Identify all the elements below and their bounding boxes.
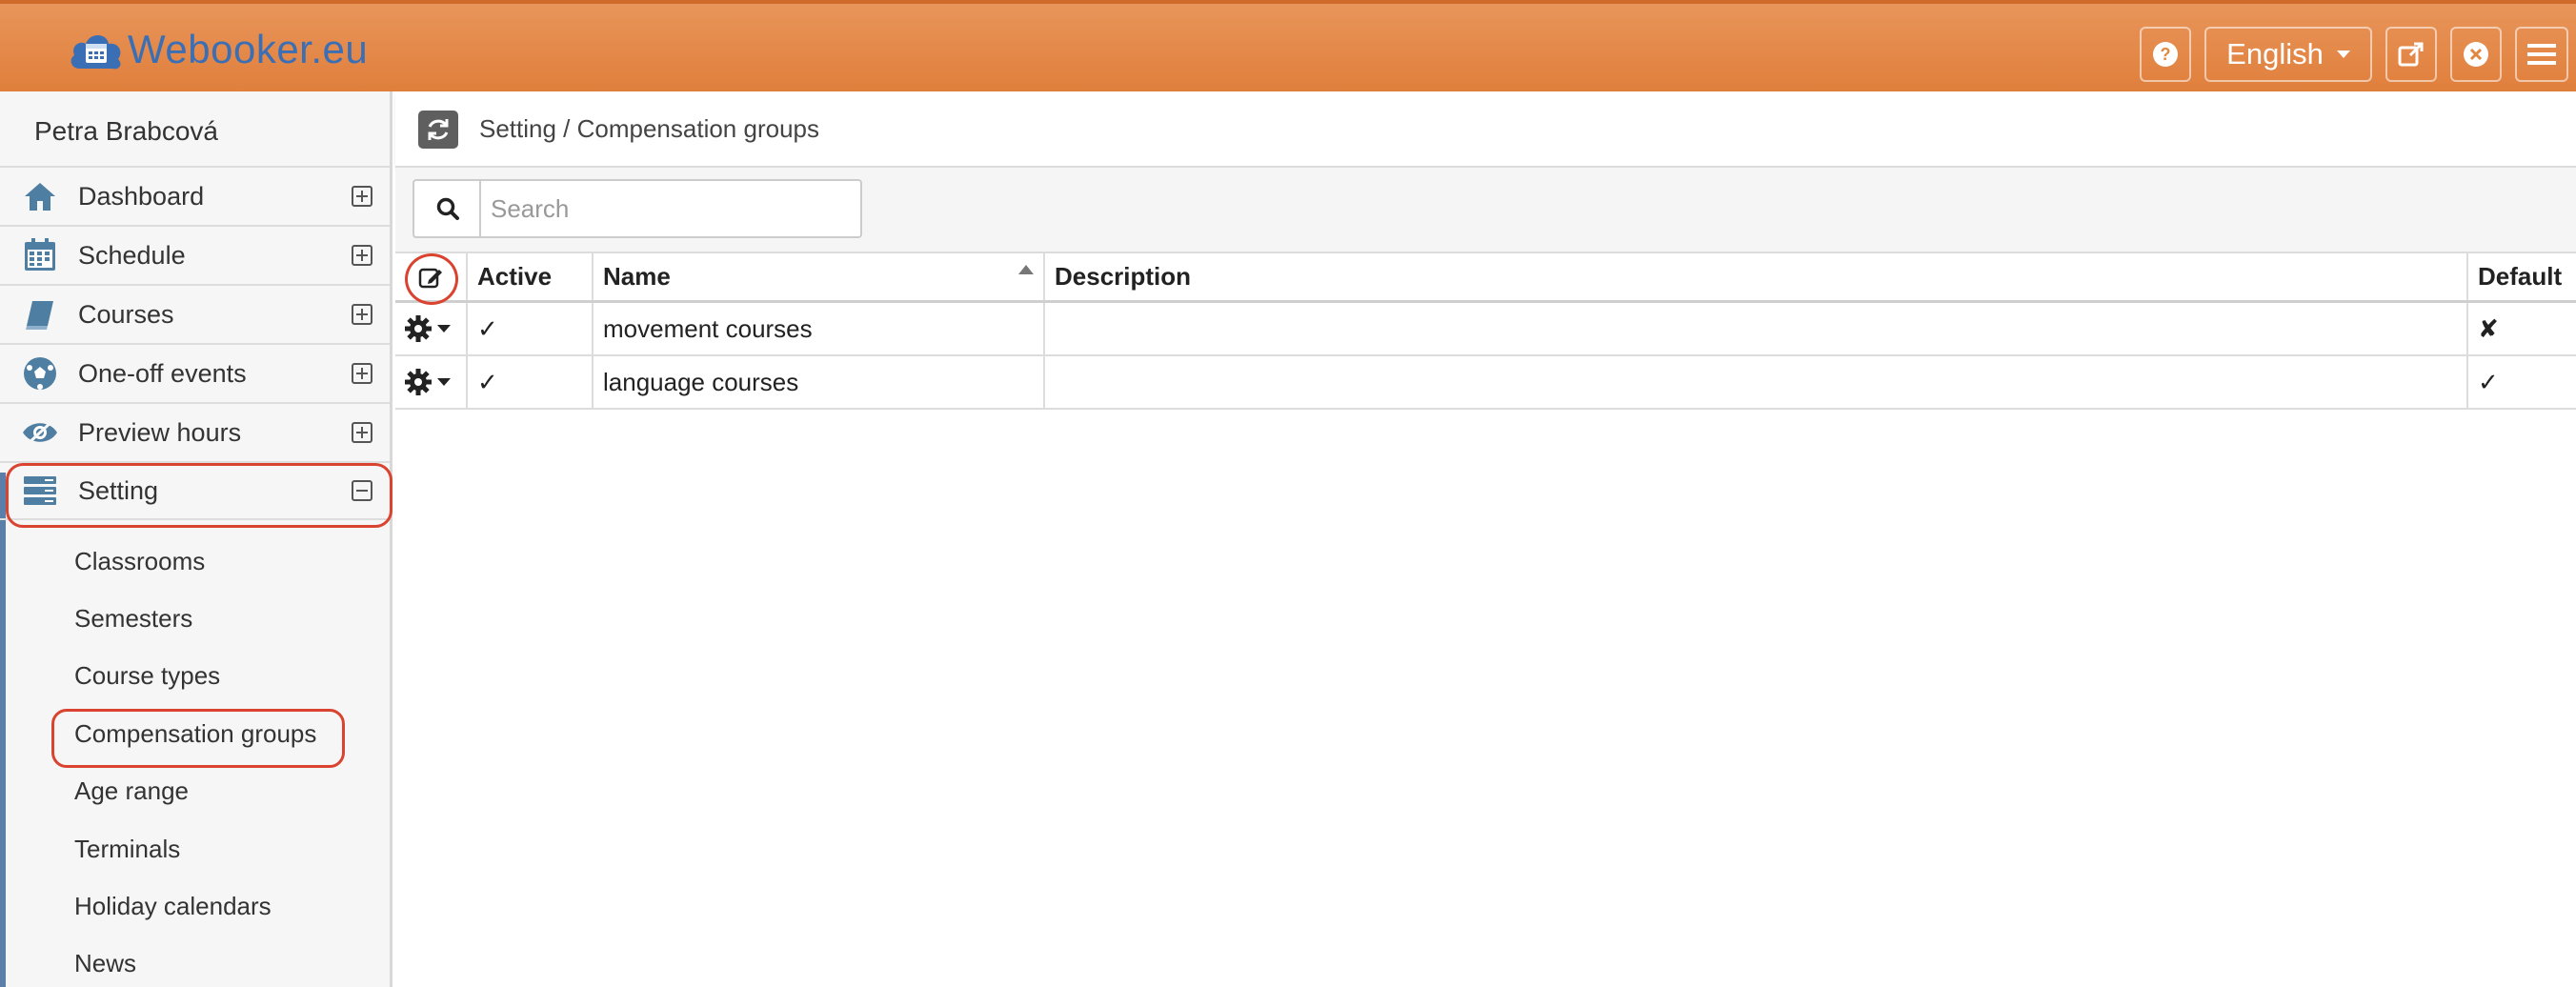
cell-default: ✘ xyxy=(2478,313,2499,343)
highlight-setting-annotation xyxy=(6,463,392,528)
expand-icon[interactable] xyxy=(352,363,372,384)
column-header-active[interactable]: Active xyxy=(468,253,594,300)
edit-columns-button[interactable] xyxy=(395,253,468,305)
sidebar-item-label: Preview hours xyxy=(78,417,242,447)
caret-down-icon xyxy=(2336,50,2350,58)
language-dropdown[interactable]: English xyxy=(2204,27,2372,82)
submenu-item-holiday-calendars[interactable]: Holiday calendars xyxy=(74,892,272,921)
external-link-icon xyxy=(2398,42,2424,67)
external-link-button[interactable] xyxy=(2385,27,2437,82)
submenu-item-classrooms[interactable]: Classrooms xyxy=(74,547,205,576)
table-header: Active Name Description Default xyxy=(395,252,2576,305)
sidebar-item-one-off-events[interactable]: One-off events xyxy=(0,343,390,402)
submenu-item-course-types[interactable]: Course types xyxy=(74,661,220,691)
sidebar-item-courses[interactable]: Courses xyxy=(0,284,390,343)
highlight-compensation-groups-annotation xyxy=(51,709,345,768)
sidebar: Petra Brabcová Dashboard Schedule Course… xyxy=(0,91,392,987)
refresh-icon xyxy=(428,119,449,140)
table-row[interactable]: ✓ movement courses ✘ xyxy=(395,303,2576,356)
breadcrumb-bar: Setting / Compensation groups xyxy=(395,91,2576,168)
sidebar-item-label: Schedule xyxy=(78,240,186,270)
logo[interactable]: Webooker.eu xyxy=(67,25,368,74)
sidebar-item-schedule[interactable]: Schedule xyxy=(0,225,390,284)
table-row[interactable]: ✓ language courses ✓ xyxy=(395,356,2576,410)
search-input[interactable] xyxy=(479,179,862,238)
help-button[interactable]: ? xyxy=(2140,27,2191,82)
cloud-calendar-icon xyxy=(67,27,126,72)
cell-name: language courses xyxy=(594,356,1045,408)
column-header-label: Name xyxy=(603,262,671,291)
top-bar: Webooker.eu ? English xyxy=(0,0,2576,91)
refresh-button[interactable] xyxy=(418,111,458,149)
cell-active: ✓ xyxy=(468,303,594,354)
row-actions-button[interactable] xyxy=(395,303,468,354)
gear-icon xyxy=(405,315,432,342)
close-button[interactable] xyxy=(2450,27,2502,82)
submenu-item-age-range[interactable]: Age range xyxy=(74,776,189,806)
caret-down-icon xyxy=(437,378,451,386)
user-name: Petra Brabcová xyxy=(34,116,218,146)
logo-text: Webooker.eu xyxy=(128,27,369,71)
expand-icon[interactable] xyxy=(352,245,372,266)
expand-icon[interactable] xyxy=(352,304,372,325)
eye-icon xyxy=(21,413,59,452)
search-button[interactable] xyxy=(413,179,481,238)
expand-icon[interactable] xyxy=(352,422,372,443)
cell-description xyxy=(1045,303,2468,354)
home-icon xyxy=(21,177,59,215)
cell-default: ✓ xyxy=(2478,367,2499,396)
sort-ascending-icon xyxy=(1018,265,1034,274)
breadcrumb: Setting / Compensation groups xyxy=(479,114,819,143)
close-icon xyxy=(2464,42,2488,67)
toolbar xyxy=(395,168,2576,252)
cell-name: movement courses xyxy=(594,303,1045,354)
sidebar-item-label: Courses xyxy=(78,299,174,329)
caret-down-icon xyxy=(437,325,451,332)
cell-active: ✓ xyxy=(468,356,594,408)
sidebar-item-preview-hours[interactable]: Preview hours xyxy=(0,402,390,461)
submenu-item-news[interactable]: News xyxy=(74,949,136,978)
help-icon: ? xyxy=(2153,42,2178,67)
highlight-edit-annotation xyxy=(405,253,458,305)
sidebar-item-label: Dashboard xyxy=(78,181,205,211)
column-header-description[interactable]: Description xyxy=(1045,253,2468,300)
expand-icon[interactable] xyxy=(352,186,372,207)
soccer-ball-icon xyxy=(21,354,59,393)
search-icon xyxy=(436,197,459,220)
sidebar-item-dashboard[interactable]: Dashboard xyxy=(0,166,390,225)
book-icon xyxy=(21,295,59,333)
svg-text:?: ? xyxy=(2161,45,2171,64)
language-label: English xyxy=(2226,37,2324,70)
sidebar-accent-bar xyxy=(0,473,6,987)
menu-icon xyxy=(2527,44,2556,65)
menu-button[interactable] xyxy=(2515,27,2568,82)
calendar-icon xyxy=(21,236,59,274)
cell-description xyxy=(1045,356,2468,408)
submenu-item-semesters[interactable]: Semesters xyxy=(74,604,192,634)
sidebar-item-label: One-off events xyxy=(78,358,247,388)
column-header-default[interactable]: Default xyxy=(2468,253,2576,300)
gear-icon xyxy=(405,369,432,395)
row-actions-button[interactable] xyxy=(395,356,468,408)
column-header-name[interactable]: Name xyxy=(594,253,1045,300)
submenu-item-terminals[interactable]: Terminals xyxy=(74,835,180,864)
